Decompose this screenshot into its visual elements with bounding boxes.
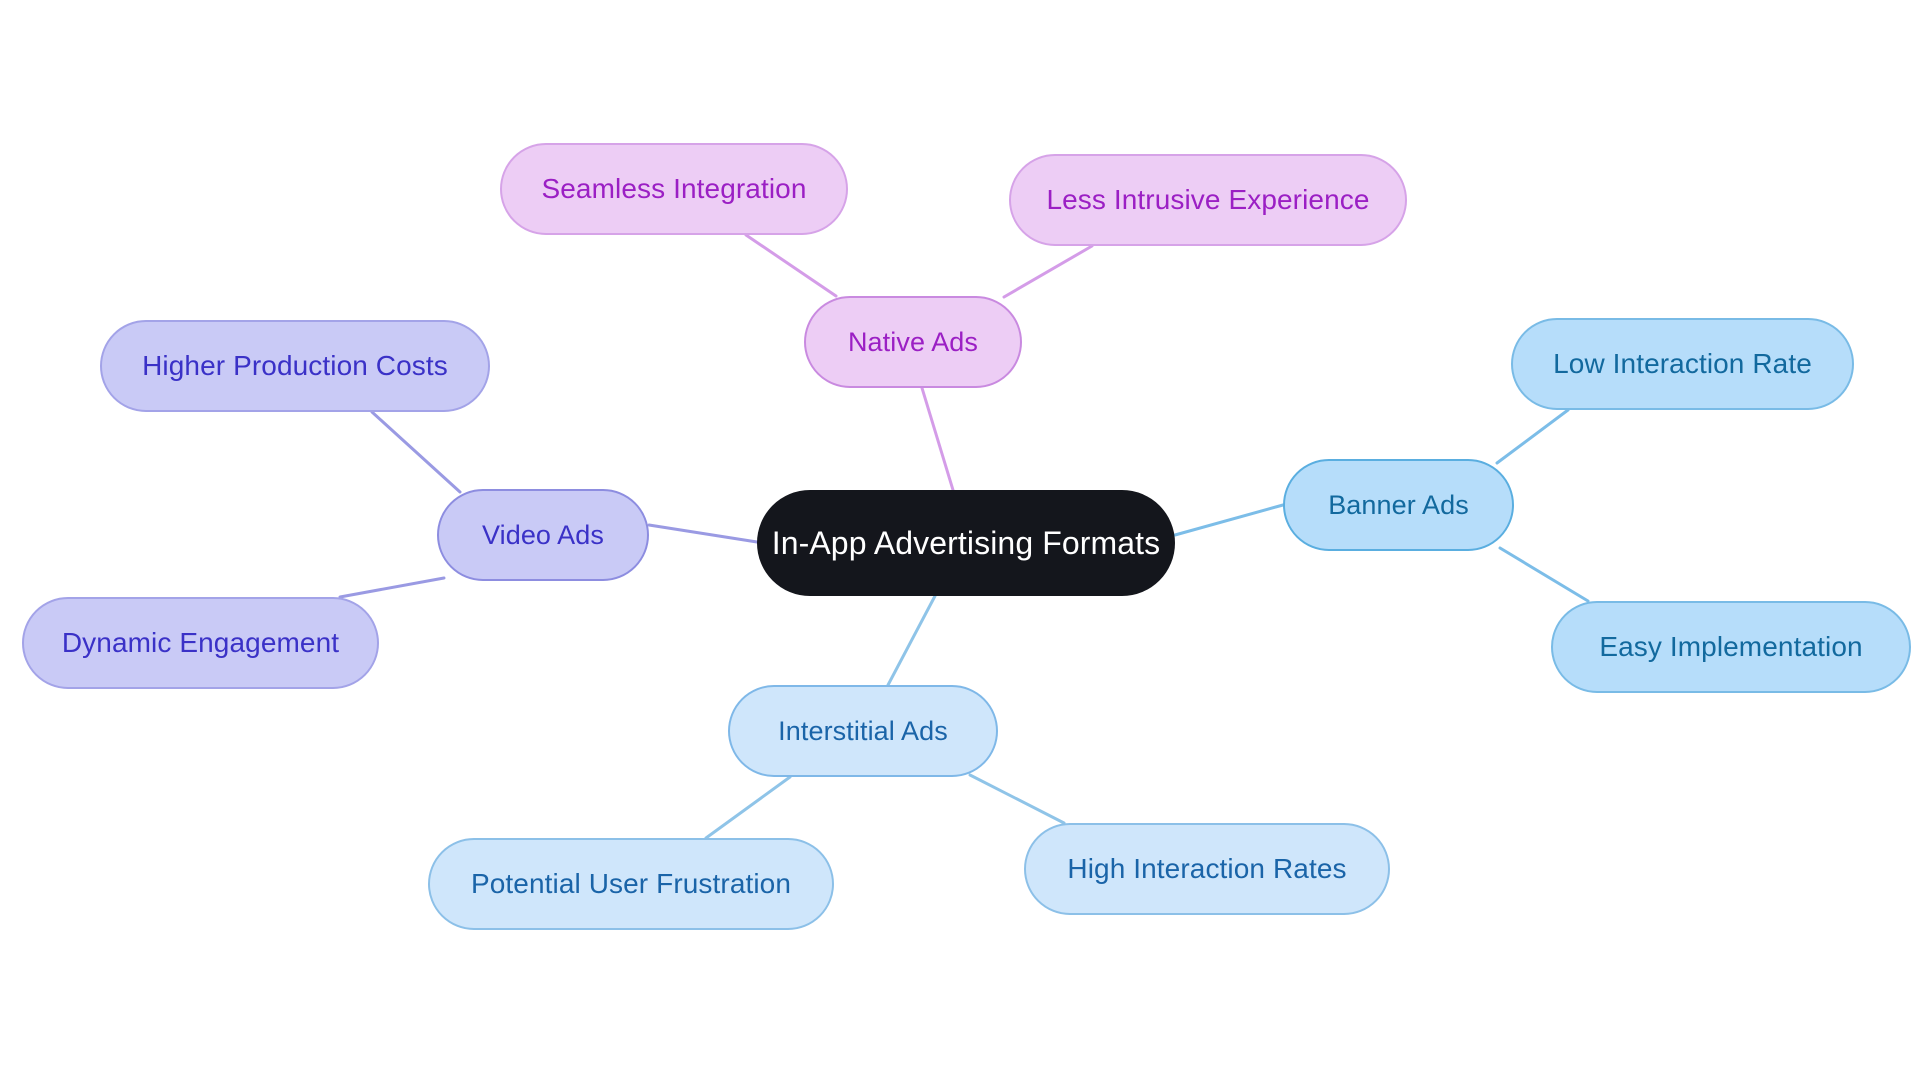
edge-root-video — [647, 523, 759, 544]
mindmap-leaf-seamless-integration[interactable]: Seamless Integration — [500, 143, 848, 235]
mindmap-root-node-label: In-App Advertising Formats — [771, 524, 1161, 561]
mindmap-branch-video-ads[interactable]: Video Ads — [437, 489, 649, 581]
mindmap-branch-interstitial-ads-label: Interstitial Ads — [778, 715, 948, 746]
edge-root-banner — [1173, 503, 1285, 537]
mindmap-leaf-easy-implementation-label: Easy Implementation — [1599, 631, 1863, 662]
mindmap-leaf-dynamic-engagement-label: Dynamic Engagement — [61, 627, 340, 658]
edge-interstitial-high — [968, 773, 1066, 825]
edge-video-dynamic — [338, 576, 446, 599]
mindmap-branch-banner-ads-label: Banner Ads — [1328, 489, 1469, 520]
mindmap-leaf-less-intrusive-experience-label: Less Intrusive Experience — [1046, 184, 1370, 215]
mindmap-leaf-potential-user-frustration-label: Potential User Frustration — [470, 868, 792, 899]
edge-root-interstitial — [886, 594, 937, 687]
mindmap-branch-interstitial-ads[interactable]: Interstitial Ads — [728, 685, 998, 777]
edge-banner-easy — [1498, 546, 1590, 603]
edge-video-higher — [370, 410, 462, 494]
mindmap-leaf-potential-user-frustration[interactable]: Potential User Frustration — [428, 838, 834, 930]
mindmap-canvas: In-App Advertising Formats Video Ads Highe… — [0, 0, 1920, 1083]
edge-native-less — [1002, 244, 1094, 299]
mindmap-branch-native-ads[interactable]: Native Ads — [804, 296, 1022, 388]
mindmap-leaf-higher-production-costs-label: Higher Production Costs — [142, 350, 448, 381]
mindmap-leaf-dynamic-engagement[interactable]: Dynamic Engagement — [22, 597, 379, 689]
mindmap-leaf-low-interaction-rate[interactable]: Low Interaction Rate — [1511, 318, 1854, 410]
mindmap-leaf-less-intrusive-experience[interactable]: Less Intrusive Experience — [1009, 154, 1407, 246]
mindmap-branch-native-ads-label: Native Ads — [847, 326, 979, 357]
mindmap-branch-banner-ads[interactable]: Banner Ads — [1283, 459, 1514, 551]
edge-native-seamless — [744, 233, 838, 298]
mindmap-branch-video-ads-label: Video Ads — [481, 519, 604, 550]
edge-interstitial-potential — [704, 775, 792, 840]
edge-banner-low — [1495, 408, 1570, 465]
mindmap-leaf-easy-implementation[interactable]: Easy Implementation — [1551, 601, 1911, 693]
mindmap-leaf-higher-production-costs[interactable]: Higher Production Costs — [100, 320, 490, 412]
edge-root-native — [920, 386, 955, 492]
mindmap-leaf-low-interaction-rate-label: Low Interaction Rate — [1553, 348, 1812, 379]
mindmap-leaf-high-interaction-rates[interactable]: High Interaction Rates — [1024, 823, 1390, 915]
mindmap-leaf-seamless-integration-label: Seamless Integration — [541, 173, 807, 204]
mindmap-leaf-high-interaction-rates-label: High Interaction Rates — [1067, 853, 1347, 884]
mindmap-root-node[interactable]: In-App Advertising Formats — [757, 490, 1175, 596]
